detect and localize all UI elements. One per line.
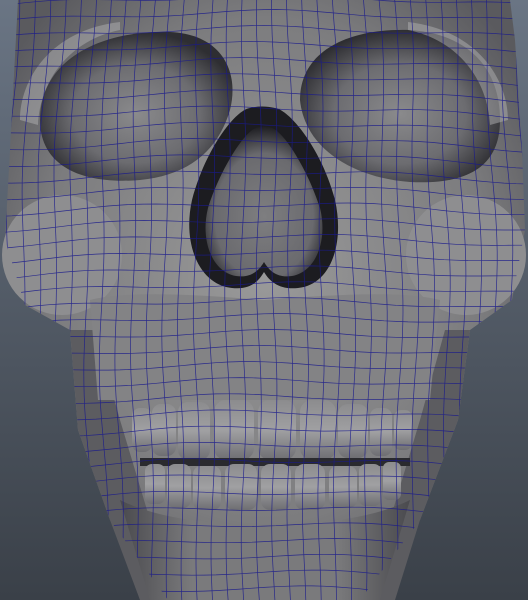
lower-tooth (383, 462, 401, 500)
lower-tooth (167, 464, 191, 508)
viewport-canvas[interactable] (0, 0, 528, 600)
lower-tooth (261, 464, 291, 510)
3d-viewport[interactable] (0, 0, 528, 600)
lower-tooth (359, 464, 381, 506)
upper-tooth (152, 404, 176, 456)
upper-tooth (214, 400, 254, 460)
lower-tooth (193, 466, 221, 510)
lower-tooth (225, 464, 257, 510)
lower-tooth (145, 464, 165, 504)
lower-tooth (295, 464, 325, 510)
upper-tooth (300, 400, 336, 460)
